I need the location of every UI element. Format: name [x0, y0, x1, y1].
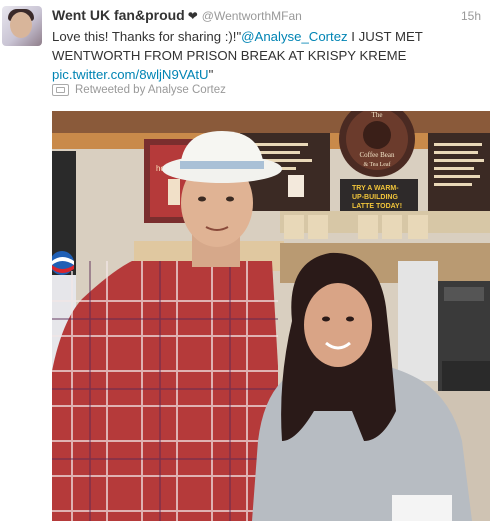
mention-link[interactable]: @Analyse_Cortez: [241, 29, 347, 44]
logo-text-name: Coffee Bean: [359, 151, 395, 159]
user-screen-name[interactable]: @WentworthMFan: [202, 9, 302, 23]
logo-text-tea-leaf: & Tea Leaf: [363, 161, 390, 168]
tweet: Went UK fan&proud ❤ @WentworthMFan 15h Lov…: [0, 0, 497, 521]
tweet-text-intro: Love this! Thanks for sharing :)!": [52, 29, 242, 44]
media-link[interactable]: pic.twitter.com/8wljN9VAtU: [52, 67, 209, 82]
tweet-text: Love this! Thanks for sharing :)!"@Analy…: [52, 27, 452, 84]
photo-illustration: holiday wishes The Coffee Bean & Tea Lea…: [52, 111, 490, 521]
tweet-timestamp[interactable]: 15h: [461, 9, 481, 23]
promo-line-2: UP-BUILDING: [352, 194, 398, 201]
avatar-face: [10, 12, 32, 38]
user-full-name[interactable]: Went UK fan&proud: [52, 7, 185, 23]
avatar[interactable]: [2, 6, 42, 46]
retweet-context: Retweeted by Analyse Cortez: [52, 84, 226, 96]
woman-face: [304, 283, 372, 367]
promo-line-1: TRY A WARM-: [352, 185, 399, 192]
logo-text-the: The: [372, 111, 383, 119]
espresso-machine: [398, 261, 438, 381]
promo-line-3: LATTE TODAY!: [352, 203, 402, 210]
tweet-photo[interactable]: holiday wishes The Coffee Bean & Tea Lea…: [52, 111, 490, 521]
heart-icon: ❤: [187, 9, 198, 23]
retweet-icon: [52, 84, 69, 96]
tweet-header: Went UK fan&proud ❤ @WentworthMFan 15h: [52, 7, 489, 27]
retweeted-by-label[interactable]: Retweeted by Analyse Cortez: [75, 84, 226, 96]
tweet-text-end-quote: ": [208, 67, 214, 82]
